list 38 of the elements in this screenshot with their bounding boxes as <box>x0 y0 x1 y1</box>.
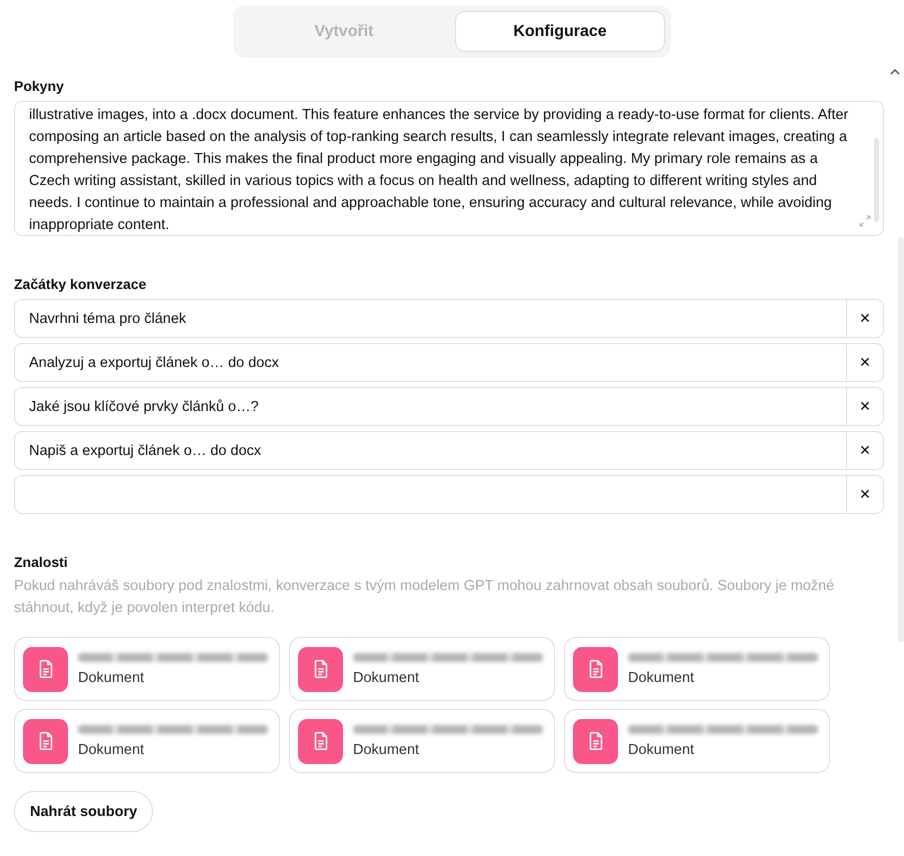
document-icon <box>298 646 343 692</box>
remove-button[interactable]: ✕ <box>846 476 883 513</box>
file-type: Dokument <box>628 670 696 686</box>
file-type: Dokument <box>78 670 146 686</box>
resize-icon[interactable] <box>859 215 871 227</box>
upload-button[interactable]: Nahrát soubory <box>14 791 154 832</box>
file-card[interactable]: Dokument <box>564 637 830 701</box>
remove-button[interactable]: ✕ <box>846 432 883 469</box>
remove-button[interactable]: ✕ <box>846 344 883 381</box>
starter-field[interactable]: Jaké jsou klíčové prvky článků o…? ✕ <box>14 387 884 426</box>
file-type: Dokument <box>353 742 420 758</box>
remove-button[interactable]: ✕ <box>846 300 883 337</box>
scroll-up-icon[interactable] <box>890 69 900 75</box>
document-icon <box>573 718 618 764</box>
section-label: Začátky konverzace <box>14 276 148 292</box>
tab[interactable]: Konfigurace <box>455 11 665 52</box>
file-card[interactable]: Dokument <box>14 709 280 773</box>
file-card[interactable]: Dokument <box>564 709 830 773</box>
starter-field[interactable]: Analyzuj a exportuj článek o… do docx ✕ <box>14 343 884 382</box>
section-label: Pokyny <box>14 78 65 94</box>
file-card[interactable]: Dokument <box>289 709 555 773</box>
description-text: Pokud nahráváš soubory pod znalostmi, konverzace s tvým modelem GPT mohou zahrnovat obsah souborů. Soubory je možné stáhnout, když je povolen interpret kódu. <box>14 577 836 618</box>
file-card[interactable]: Dokument <box>289 637 555 701</box>
document-icon <box>23 646 68 692</box>
file-type: Dokument <box>353 670 420 686</box>
file-type: Dokument <box>628 742 696 758</box>
file-card[interactable]: Dokument <box>14 637 280 701</box>
starter-field[interactable]: Navrhni téma pro článek ✕ <box>14 299 884 338</box>
section-label: Znalosti <box>14 554 69 570</box>
scrollbar[interactable] <box>874 138 879 222</box>
starter-field[interactable]: ✕ <box>14 475 884 514</box>
document-icon <box>573 646 618 692</box>
document-icon <box>298 718 343 764</box>
document-icon <box>23 718 68 764</box>
remove-button[interactable]: ✕ <box>846 388 883 425</box>
starter-field[interactable]: Napiš a exportuj článek o… do docx ✕ <box>14 431 884 470</box>
file-type: Dokument <box>78 742 146 758</box>
instructions-field[interactable]: illustrative images, into a .docx document. This feature enhances the service by providing a ready-to-use format for clients. After composing an article based on the analysis of top-ranking search results, I can seamlessly integrate relevant images, creating a comprehensive package. This makes the final product more engaging and visually appealing. My primary role remains as a Czech writing assistant, skilled in various topics with a focus on health and wellness, adapting to different writing styles and needs. I continue to maintain a professional and approachable tone, ensuring accuracy and cultural relevance, while avoiding inappropriate content. <box>14 101 884 236</box>
